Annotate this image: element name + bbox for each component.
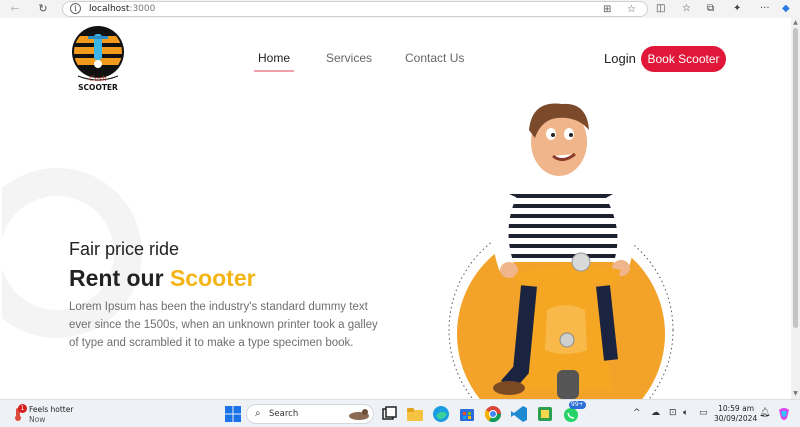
battery-icon[interactable]: ▭ xyxy=(699,408,708,418)
address-bar[interactable]: i localhost:3000 ⊞ ☆ xyxy=(62,1,648,17)
search-highlight-icon xyxy=(349,409,369,420)
tray-chevron-icon[interactable]: ^ xyxy=(633,408,641,418)
notification-bell-icon[interactable]: 🔔︎ xyxy=(759,408,770,418)
weather-title: Feels hotter xyxy=(29,405,74,414)
nav-active-indicator xyxy=(254,70,294,72)
hero-description: Lorem Ipsum has been the industry's stan… xyxy=(69,301,378,349)
split-screen-icon[interactable]: ◫ xyxy=(656,2,665,16)
system-clock[interactable]: 10:59 am 30/09/2024 xyxy=(714,404,758,424)
book-scooter-button[interactable]: Book Scooter xyxy=(641,46,726,72)
copilot-icon[interactable]: ◆ xyxy=(782,2,790,16)
volume-icon[interactable]: 🔈︎ xyxy=(683,408,688,418)
nav-home[interactable]: Home xyxy=(258,51,290,65)
windows-taskbar: 1 Feels hotter Now ⌕ Search 99+ ^ ☁ ⊡ 🔈︎… xyxy=(0,399,800,427)
svg-text:SCOOTER: SCOOTER xyxy=(78,83,118,92)
hero-title: Rent our Scooter xyxy=(69,265,256,291)
scroll-down-icon[interactable]: ▼ xyxy=(792,390,799,397)
browser-toolbar: ← ↻ i localhost:3000 ⊞ ☆ ◫ ☆ ⧉ ✦ ··· ◆ xyxy=(0,0,800,18)
clock-date: 30/09/2024 xyxy=(714,414,758,423)
more-icon[interactable]: ··· xyxy=(760,2,770,16)
scroll-up-icon[interactable]: ▲ xyxy=(792,19,799,26)
network-icon[interactable]: ⊡ xyxy=(669,408,677,418)
chrome-icon[interactable] xyxy=(484,405,502,423)
favorites-icon[interactable]: ☆ xyxy=(682,2,691,16)
clock-time: 10:59 am xyxy=(718,404,754,413)
taskbar-search[interactable]: ⌕ Search xyxy=(246,404,374,424)
onedrive-icon[interactable]: ☁ xyxy=(651,408,660,418)
app-available-icon[interactable]: ⊞ xyxy=(603,3,611,16)
weather-subtitle: Now xyxy=(29,415,46,424)
hero-subtitle: Fair price ride xyxy=(69,239,180,259)
whatsapp-unread-badge: 99+ xyxy=(569,401,586,409)
vscode-icon[interactable] xyxy=(510,405,528,423)
weather-widget[interactable]: 1 Feels hotter Now xyxy=(10,404,90,426)
scrollbar-thumb[interactable] xyxy=(793,28,798,328)
svg-text:Cash: Cash xyxy=(89,75,107,83)
info-icon[interactable]: i xyxy=(70,3,81,14)
nav-services[interactable]: Services xyxy=(326,51,372,65)
weather-alert-badge: 1 xyxy=(18,404,27,413)
reload-icon[interactable]: ↻ xyxy=(36,2,50,16)
back-icon[interactable]: ← xyxy=(8,2,22,16)
search-label: Search xyxy=(269,409,299,419)
favorite-star-icon[interactable]: ☆ xyxy=(627,3,636,16)
search-icon: ⌕ xyxy=(255,408,261,419)
url-text: localhost:3000 xyxy=(89,4,156,14)
file-explorer-icon[interactable] xyxy=(406,405,424,423)
page-scrollbar[interactable]: ▲ ▼ xyxy=(791,18,800,399)
microsoft-store-icon[interactable] xyxy=(458,405,476,423)
task-view-icon[interactable] xyxy=(380,405,398,423)
cash-scooter-logo[interactable]: Cash SCOOTER xyxy=(70,24,126,94)
web-page: Cash SCOOTER Home Services Contact Us Lo… xyxy=(2,18,791,399)
edge-browser-icon[interactable] xyxy=(432,405,450,423)
copilot-taskbar-icon[interactable] xyxy=(776,406,792,422)
extensions-icon[interactable]: ✦ xyxy=(733,2,741,16)
scooter-rider-illustration xyxy=(448,103,674,399)
app-icon-green[interactable] xyxy=(536,405,554,423)
login-link[interactable]: Login xyxy=(604,51,636,66)
nav-contact-us[interactable]: Contact Us xyxy=(405,51,464,65)
collections-icon[interactable]: ⧉ xyxy=(707,2,714,16)
windows-start-icon[interactable] xyxy=(224,405,242,423)
